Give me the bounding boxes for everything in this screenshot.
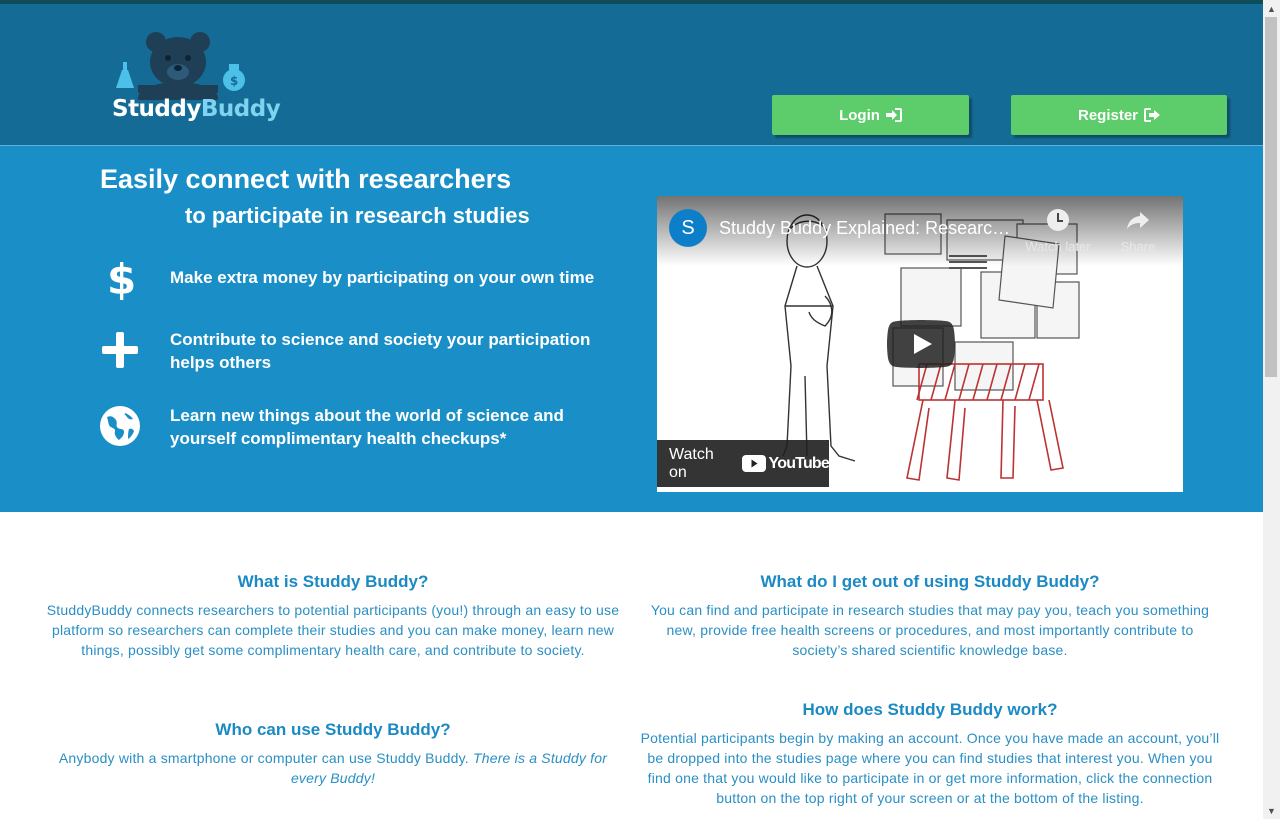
who-can-body: Anybody with a smartphone or computer ca… [40, 748, 626, 788]
dollar-icon: $ [98, 256, 142, 300]
youtube-icon [741, 455, 766, 472]
what-get-body: You can find and participate in research… [650, 602, 1210, 658]
site-header: $ StuddyBuddy Login Register [0, 4, 1263, 146]
sign-in-icon [885, 108, 902, 122]
watch-later-button[interactable]: Watch later [1023, 208, 1093, 254]
svg-text:$: $ [230, 74, 238, 88]
feature-money-text: Make extra money by participating on you… [170, 268, 595, 287]
clock-icon [1047, 209, 1069, 231]
register-label: Register [1077, 106, 1139, 124]
youtube-logo: YouTube [741, 455, 830, 473]
who-can-text: Anybody with a smartphone or computer ca… [58, 750, 469, 766]
plus-icon [98, 328, 142, 372]
login-button[interactable]: Login [772, 95, 969, 135]
bear-logo-icon: $ [116, 32, 245, 114]
video-title[interactable]: Studdy Buddy Explained: Research… [719, 218, 1019, 239]
watch-on-youtube-button[interactable]: Watch on YouTube [657, 440, 830, 487]
scrollbar-thumb[interactable] [1265, 17, 1277, 377]
how-work-heading: How does Studdy Buddy work? [802, 700, 1058, 719]
studdybuddy-logo[interactable]: $ StuddyBuddy [108, 30, 281, 134]
info-section: What is Studdy Buddy? StuddyBuddy connec… [0, 512, 1263, 819]
who-can-heading: Who can use Studdy Buddy? [215, 720, 451, 739]
feature-learn-text: Learn new things about the world of scie… [170, 406, 564, 448]
scroll-up-arrow-icon[interactable]: ▲ [1263, 0, 1280, 17]
share-button[interactable]: Share [1103, 208, 1173, 254]
watch-later-label: Watch later [1025, 239, 1091, 254]
feature-science-text: Contribute to science and society your p… [170, 330, 591, 372]
login-label: Login [839, 106, 880, 124]
sign-out-icon [1144, 108, 1161, 122]
hero-headline: Easily connect with researchers [100, 164, 512, 194]
svg-text:$: $ [107, 256, 135, 300]
logo-wordmark: StuddyBuddy [112, 96, 281, 122]
hero-section: Easily connect with researchers to parti… [0, 146, 1263, 512]
hero-subheadline: to participate in research studies [185, 203, 530, 228]
what-get-heading: What do I get out of using Studdy Buddy? [760, 572, 1100, 591]
play-button-icon[interactable] [887, 320, 955, 368]
channel-avatar[interactable]: S [669, 209, 707, 247]
youtube-video-embed[interactable]: S Studdy Buddy Explained: Research… Watc… [657, 196, 1183, 492]
share-icon [1127, 212, 1149, 229]
share-label: Share [1120, 239, 1156, 254]
what-is-heading: What is Studdy Buddy? [237, 572, 429, 591]
page-scrollbar[interactable]: ▲ ▼ [1263, 0, 1280, 819]
register-button[interactable]: Register [1011, 95, 1227, 135]
watch-on-label: Watch on [669, 445, 714, 481]
how-work-body: Potential participants begin by making a… [640, 730, 1220, 806]
scroll-down-arrow-icon[interactable]: ▼ [1263, 802, 1280, 819]
what-is-body: StuddyBuddy connects researchers to pote… [46, 602, 620, 658]
globe-icon [98, 404, 142, 448]
